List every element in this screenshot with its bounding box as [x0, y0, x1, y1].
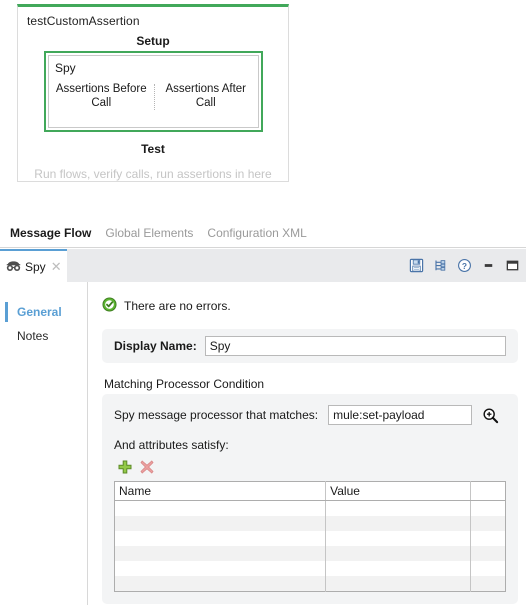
- assertions-before-call-label: Assertions Before Call: [55, 83, 147, 109]
- test-section-hint: Run flows, verify calls, run assertions …: [34, 167, 272, 181]
- display-name-label: Display Name:: [114, 339, 197, 353]
- add-row-icon[interactable]: [118, 460, 132, 477]
- cell-value[interactable]: [325, 500, 471, 516]
- cell-value[interactable]: [325, 561, 471, 576]
- matcher-row: Spy message processor that matches:: [114, 405, 506, 425]
- validation-status-text: There are no errors.: [124, 299, 231, 313]
- success-check-icon: [102, 297, 117, 315]
- cell-name[interactable]: [114, 546, 327, 561]
- save-icon[interactable]: [409, 258, 424, 273]
- nav-item-notes[interactable]: Notes: [0, 324, 87, 348]
- table-header-row: Name Value: [114, 481, 506, 501]
- hierarchy-icon[interactable]: [433, 258, 448, 273]
- setup-section-label: Setup: [136, 34, 170, 48]
- display-name-group: Display Name:: [102, 329, 518, 363]
- cell-name[interactable]: [114, 500, 327, 516]
- attributes-satisfy-label: And attributes satisfy:: [114, 438, 229, 452]
- spy-glasses-icon: [5, 259, 22, 275]
- cell-value[interactable]: [325, 516, 471, 531]
- matching-processor-condition-group: Spy message processor that matches: And …: [102, 394, 518, 604]
- cell-name[interactable]: [114, 531, 327, 546]
- cell-extra[interactable]: [470, 561, 506, 576]
- panel-toolbar[interactable]: ?: [409, 249, 520, 282]
- help-icon[interactable]: ?: [457, 258, 472, 273]
- flow-name-label: testCustomAssertion: [27, 14, 140, 28]
- cell-value[interactable]: [325, 546, 471, 561]
- matcher-input[interactable]: [328, 405, 473, 425]
- cell-value[interactable]: [325, 576, 471, 592]
- matcher-label: Spy message processor that matches:: [114, 408, 319, 422]
- table-row[interactable]: [114, 561, 506, 576]
- tab-global-elements[interactable]: Global Elements: [105, 226, 193, 240]
- editor-tab-bar[interactable]: Message Flow Global Elements Configurati…: [0, 218, 526, 248]
- spy-node-divider: [153, 84, 155, 110]
- attributes-toolbar[interactable]: [118, 460, 506, 477]
- flow-container[interactable]: testCustomAssertion Setup Spy Assertions…: [17, 4, 289, 182]
- cell-extra[interactable]: [470, 516, 506, 531]
- properties-content: There are no errors. Display Name: Match…: [88, 282, 526, 605]
- magnifier-plus-icon[interactable]: [482, 407, 499, 424]
- tab-message-flow[interactable]: Message Flow: [10, 226, 91, 240]
- maximize-icon[interactable]: [505, 258, 520, 273]
- minimize-icon[interactable]: [481, 258, 496, 273]
- spy-processor-node[interactable]: Spy Assertions Before Call Assertions Af…: [44, 51, 263, 132]
- attributes-table[interactable]: Name Value: [114, 481, 506, 592]
- table-row[interactable]: [114, 576, 506, 592]
- close-icon[interactable]: ✕: [51, 260, 62, 273]
- cell-name[interactable]: [114, 576, 327, 592]
- nav-item-general[interactable]: General: [0, 300, 87, 324]
- spy-node-title: Spy: [55, 61, 76, 75]
- svg-text:?: ?: [462, 261, 467, 271]
- cell-name[interactable]: [114, 561, 327, 576]
- cell-name[interactable]: [114, 516, 327, 531]
- properties-panel: Spy ✕ ? General Notes There are no error…: [0, 249, 526, 605]
- tab-configuration-xml[interactable]: Configuration XML: [207, 226, 306, 240]
- delete-row-icon[interactable]: [140, 460, 154, 477]
- flow-canvas[interactable]: testCustomAssertion Setup Spy Assertions…: [0, 0, 526, 218]
- properties-body: General Notes There are no errors. Displ…: [0, 282, 526, 605]
- cell-extra[interactable]: [470, 546, 506, 561]
- properties-tab-strip: Spy ✕ ?: [0, 249, 526, 282]
- column-header-value[interactable]: Value: [325, 481, 471, 501]
- column-header-name[interactable]: Name: [114, 481, 327, 501]
- properties-nav[interactable]: General Notes: [0, 282, 88, 605]
- matching-processor-condition-legend: Matching Processor Condition: [104, 377, 265, 391]
- test-section-label: Test: [141, 142, 165, 156]
- table-row[interactable]: [114, 516, 506, 531]
- properties-tab-label: Spy: [25, 259, 46, 274]
- table-row[interactable]: [114, 546, 506, 561]
- cell-extra[interactable]: [470, 500, 506, 516]
- cell-extra[interactable]: [470, 531, 506, 546]
- table-row[interactable]: [114, 531, 506, 546]
- assertions-after-call-label: Assertions After Call: [165, 83, 247, 109]
- properties-tab-spy[interactable]: Spy ✕: [0, 249, 67, 282]
- spy-node-inner: Spy Assertions Before Call Assertions Af…: [48, 55, 259, 128]
- attributes-table-body: [114, 500, 506, 592]
- table-row[interactable]: [114, 500, 506, 516]
- validation-status: There are no errors.: [102, 297, 518, 315]
- column-header-extra[interactable]: [470, 481, 506, 501]
- display-name-input[interactable]: [204, 336, 506, 356]
- cell-extra[interactable]: [470, 576, 506, 592]
- cell-value[interactable]: [325, 531, 471, 546]
